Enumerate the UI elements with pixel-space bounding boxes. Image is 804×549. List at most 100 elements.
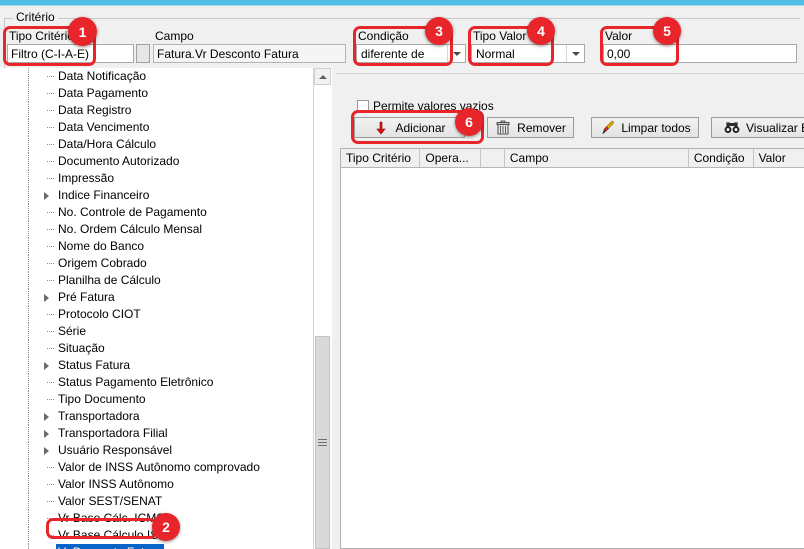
condicao-value: diferente de xyxy=(361,46,424,62)
tree-item[interactable]: Transportadora xyxy=(0,408,312,425)
tree-guide-line xyxy=(28,408,29,425)
limpar-todos-button[interactable]: Limpar todos xyxy=(591,117,699,138)
tree-item[interactable]: Protocolo CIOT xyxy=(0,306,312,323)
tipo-valor-dropdown-button[interactable] xyxy=(566,45,584,62)
tree-expander-icon[interactable] xyxy=(44,430,49,438)
trash-icon xyxy=(495,120,511,136)
tree-branch-line xyxy=(47,161,55,162)
tree-item[interactable]: Situação xyxy=(0,340,312,357)
tree-guide-line xyxy=(28,442,29,459)
annotation-badge-6: 6 xyxy=(455,108,483,136)
tree-item[interactable]: Planilha de Cálculo xyxy=(0,272,312,289)
tree-item[interactable]: Impressão xyxy=(0,170,312,187)
annotation-badge-4: 4 xyxy=(527,17,555,45)
tree-item[interactable]: Data Registro xyxy=(0,102,312,119)
tree-item[interactable]: Data Notificação xyxy=(0,68,312,85)
tree-expander-icon[interactable] xyxy=(44,294,49,302)
tree-guide-line xyxy=(28,204,29,221)
tree-item-label: No. Ordem Cálculo Mensal xyxy=(58,221,202,238)
tree-item[interactable]: Pré Fatura xyxy=(0,289,312,306)
tree-item[interactable]: Data Vencimento xyxy=(0,119,312,136)
grid-col-operador[interactable]: Opera... xyxy=(420,149,481,167)
tree-expander-icon[interactable] xyxy=(44,192,49,200)
tree-item[interactable]: Tipo Documento xyxy=(0,391,312,408)
tree-item[interactable]: No. Controle de Pagamento xyxy=(0,204,312,221)
tree-vertical-scrollbar[interactable] xyxy=(313,68,331,549)
tree-item-label: Transportadora Filial xyxy=(58,425,168,442)
condicao-dropdown-button[interactable] xyxy=(447,45,465,62)
tree-expander-icon[interactable] xyxy=(44,413,49,421)
tipo-valor-combobox[interactable]: Normal xyxy=(471,44,585,63)
tree-item[interactable]: Vr Desconto Fatura xyxy=(0,544,312,549)
grid-col-blank[interactable] xyxy=(481,149,504,167)
adicionar-button[interactable]: Adicionar xyxy=(354,117,465,138)
annotation-badge-3: 3 xyxy=(425,17,453,45)
tree-branch-line xyxy=(47,110,55,111)
chevron-down-icon xyxy=(453,52,461,56)
tree-guide-line xyxy=(28,340,29,357)
tree-item[interactable]: Indice Financeiro xyxy=(0,187,312,204)
tree-item[interactable]: Nome do Banco xyxy=(0,238,312,255)
tree-branch-line xyxy=(47,246,55,247)
tree-branch-line xyxy=(47,501,55,502)
tree-guide-line xyxy=(28,323,29,340)
panel-divider xyxy=(336,73,804,74)
tree-item[interactable]: Série xyxy=(0,323,312,340)
tree-item[interactable]: Valor SEST/SENAT xyxy=(0,493,312,510)
condicao-combobox[interactable]: diferente de xyxy=(356,44,466,63)
grid-body[interactable] xyxy=(341,168,804,548)
scrollbar-thumb[interactable] xyxy=(315,336,330,549)
tree-item-label: Vr Base Cálculo ISS xyxy=(58,527,166,544)
scroll-up-button[interactable] xyxy=(314,68,331,85)
group-box-left-border xyxy=(4,18,5,69)
tree-item[interactable]: Status Pagamento Eletrônico xyxy=(0,374,312,391)
tree-item[interactable]: Origem Cobrado xyxy=(0,255,312,272)
tree-guide-line xyxy=(28,425,29,442)
tree-item-label: Pré Fatura xyxy=(58,289,115,306)
tree-branch-line xyxy=(47,467,55,468)
tree-item-label: Valor INSS Autônomo xyxy=(58,476,174,493)
grid-col-condicao[interactable]: Condição xyxy=(689,149,754,167)
tipo-criterio-picker-button[interactable] xyxy=(136,44,150,63)
tree-item-label: Usuário Responsável xyxy=(58,442,172,459)
tree-item-label: Documento Autorizado xyxy=(58,153,179,170)
visualizar-button[interactable]: Visualizar E xyxy=(711,117,804,138)
valor-input[interactable]: 0,00 xyxy=(603,44,797,63)
tree-expander-icon[interactable] xyxy=(44,362,49,370)
tree-guide-line xyxy=(28,357,29,374)
tree-item[interactable]: Status Fatura xyxy=(0,357,312,374)
tree-item[interactable]: Transportadora Filial xyxy=(0,425,312,442)
campo-input[interactable]: Fatura.Vr Desconto Fatura xyxy=(153,44,346,63)
tree-item[interactable]: Documento Autorizado xyxy=(0,153,312,170)
tree-branch-line xyxy=(47,331,55,332)
tree-item[interactable]: Valor de INSS Autônomo comprovado xyxy=(0,459,312,476)
grid-col-campo[interactable]: Campo xyxy=(505,149,689,167)
checkbox-box[interactable] xyxy=(357,100,369,112)
tree-guide-line xyxy=(28,544,29,549)
annotation-badge-2: 2 xyxy=(152,513,180,541)
tree-item[interactable]: No. Ordem Cálculo Mensal xyxy=(0,221,312,238)
tree-guide-line xyxy=(28,510,29,527)
grid-col-valor[interactable]: Valor xyxy=(754,149,804,167)
field-tree-panel[interactable]: Data NotificaçãoData PagamentoData Regis… xyxy=(0,68,332,549)
tree-item-label: Vr Desconto Fatura xyxy=(56,544,164,549)
remover-button[interactable]: Remover xyxy=(487,117,574,138)
valor-label: Valor xyxy=(605,29,632,43)
tree-branch-line xyxy=(47,484,55,485)
tipo-criterio-input[interactable]: Filtro (C-I-A-E) xyxy=(7,44,134,63)
grid-col-tipo-criterio[interactable]: Tipo Critério xyxy=(341,149,420,167)
field-tree[interactable]: Data NotificaçãoData PagamentoData Regis… xyxy=(0,68,312,549)
tree-item[interactable]: Data Pagamento xyxy=(0,85,312,102)
tree-item-label: Origem Cobrado xyxy=(58,255,147,272)
criteria-grid[interactable]: Tipo Critério Opera... Campo Condição Va… xyxy=(340,148,804,549)
tree-guide-line xyxy=(28,374,29,391)
tree-item[interactable]: Valor INSS Autônomo xyxy=(0,476,312,493)
tree-item[interactable]: Usuário Responsável xyxy=(0,442,312,459)
tree-item-label: Data/Hora Cálculo xyxy=(58,136,156,153)
annotation-badge-1: 1 xyxy=(68,17,97,46)
tree-item-label: Status Pagamento Eletrônico xyxy=(58,374,213,391)
tree-guide-line xyxy=(28,306,29,323)
tree-expander-icon[interactable] xyxy=(44,447,49,455)
tree-item[interactable]: Data/Hora Cálculo xyxy=(0,136,312,153)
tree-guide-line xyxy=(28,527,29,544)
